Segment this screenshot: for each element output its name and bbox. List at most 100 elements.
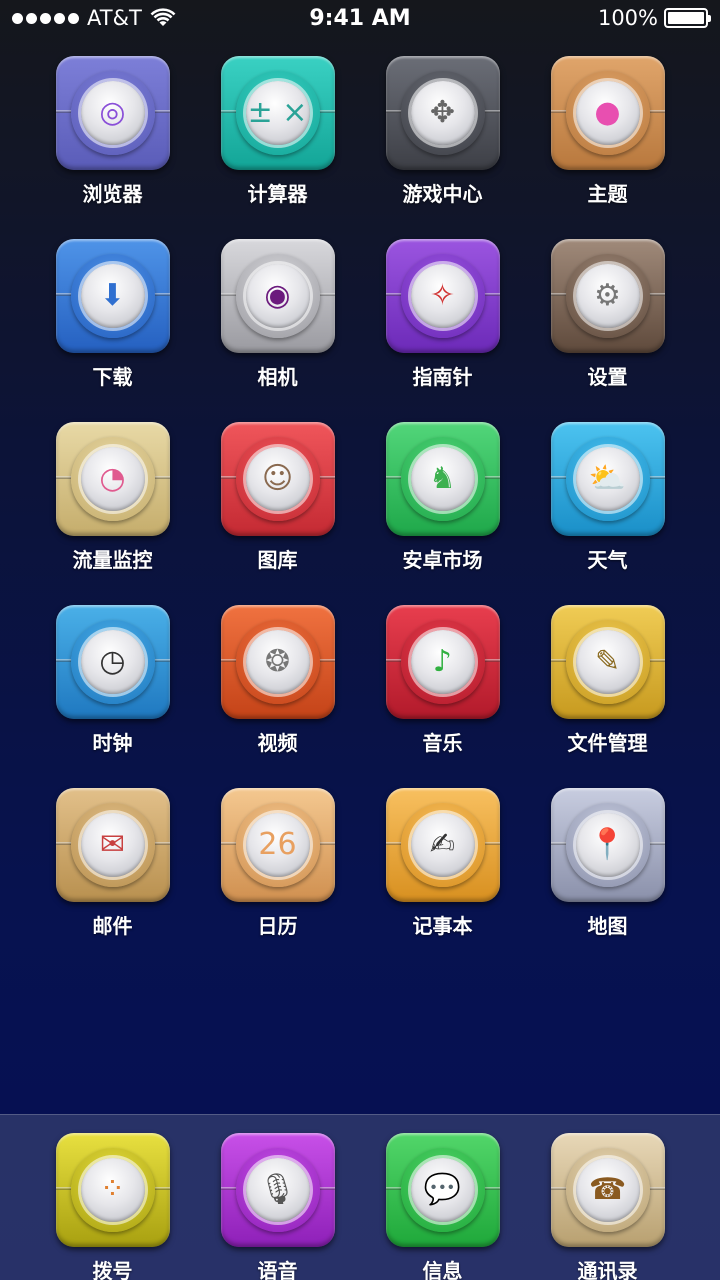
app-label: 游戏中心 (402, 182, 483, 206)
app-calendar[interactable]: 26 日历 (195, 788, 360, 939)
download-icon[interactable]: ⬇ (55, 239, 170, 353)
app-theme[interactable]: ● 主题 (525, 56, 690, 207)
app-dialer[interactable]: ⁘ 拨号 (30, 1133, 195, 1280)
icon-glyph: ☺ (261, 461, 294, 496)
icon-disc: ⛅ (575, 447, 640, 511)
app-label: 图库 (257, 548, 298, 572)
dock: ⁘ 拨号 🎙 语音 💬 信息 ☎ 通讯录 (0, 1114, 720, 1280)
app-weather[interactable]: ⛅ 天气 (525, 422, 690, 573)
icon-glyph: ♪ (432, 644, 453, 679)
app-android-market[interactable]: ♞ 安卓市场 (360, 422, 525, 573)
app-browser[interactable]: ◎ 浏览器 (30, 56, 195, 207)
app-messages[interactable]: 💬 信息 (360, 1133, 525, 1280)
app-map[interactable]: 📍 地图 (525, 788, 690, 939)
android-market-icon[interactable]: ♞ (385, 422, 500, 536)
icon-glyph: ⁘ (99, 1172, 126, 1207)
clock-time: 9:41 AM (309, 5, 411, 31)
icon-glyph: ✥ (429, 95, 456, 130)
app-label: 安卓市场 (402, 548, 483, 572)
app-clock[interactable]: ◷ 时钟 (30, 605, 195, 756)
gear-icon[interactable]: ⚙ (550, 239, 665, 353)
app-label: 通讯录 (577, 1259, 638, 1280)
icon-glyph: ◷ (99, 644, 126, 679)
compass-icon[interactable]: ✧ (385, 239, 500, 353)
browser-icon[interactable]: ◎ (55, 56, 170, 170)
gamepad-icon[interactable]: ✥ (385, 56, 500, 170)
app-music[interactable]: ♪ 音乐 (360, 605, 525, 756)
icon-disc: ✎ (575, 630, 640, 694)
film-reel-icon[interactable]: ❂ (220, 605, 335, 719)
app-file-manager[interactable]: ✎ 文件管理 (525, 605, 690, 756)
icon-glyph: ◎ (99, 95, 126, 130)
status-right: 100% (468, 6, 711, 30)
app-label: 主题 (587, 182, 628, 206)
icon-disc: ● (575, 81, 640, 145)
app-label: 天气 (587, 548, 628, 572)
icon-disc: ⚙ (575, 264, 640, 328)
app-label: 地图 (587, 914, 628, 938)
app-gallery[interactable]: ☺ 图库 (195, 422, 360, 573)
clock-icon[interactable]: ◷ (55, 605, 170, 719)
icon-disc: ◉ (245, 264, 310, 328)
icon-glyph: ◉ (264, 278, 291, 313)
dialer-icon[interactable]: ⁘ (55, 1133, 170, 1247)
app-microphone[interactable]: 🎙 语音 (195, 1133, 360, 1280)
icon-disc: 26 (245, 813, 310, 877)
app-label: 记事本 (412, 914, 473, 938)
icon-disc: ♪ (410, 630, 475, 694)
app-download[interactable]: ⬇ 下载 (30, 239, 195, 390)
gallery-icon[interactable]: ☺ (220, 422, 335, 536)
carrier-label: AT&T (87, 6, 142, 30)
icon-glyph: ✍ (429, 827, 456, 862)
icon-glyph: ✎ (594, 644, 621, 679)
camera-icon[interactable]: ◉ (220, 239, 335, 353)
icon-glyph: ✉ (99, 827, 126, 862)
app-label: 音乐 (422, 731, 463, 755)
battery-percentage: 100% (597, 6, 658, 30)
music-icon[interactable]: ♪ (385, 605, 500, 719)
app-label: 浏览器 (82, 182, 143, 206)
wifi-icon (150, 8, 176, 26)
icon-glyph: ⚙ (594, 278, 621, 313)
weather-icon[interactable]: ⛅ (550, 422, 665, 536)
status-bar: AT&T 9:41 AM 100% (0, 0, 720, 36)
app-label: 语音 (257, 1259, 298, 1280)
app-calculator[interactable]: ± × 计算器 (195, 56, 360, 207)
icon-disc: 🎙 (245, 1158, 310, 1222)
calendar-icon[interactable]: 26 (220, 788, 335, 902)
app-contacts[interactable]: ☎ 通讯录 (525, 1133, 690, 1280)
icon-disc: ✥ (410, 81, 475, 145)
app-camera[interactable]: ◉ 相机 (195, 239, 360, 390)
signal-strength-icon (12, 12, 79, 24)
icon-disc: ◷ (80, 630, 145, 694)
notepad-icon[interactable]: ✍ (385, 788, 500, 902)
data-usage-icon[interactable]: ◔ (55, 422, 170, 536)
messages-icon[interactable]: 💬 (385, 1133, 500, 1247)
icon-disc: ± × (245, 81, 310, 145)
icon-glyph: ☎ (588, 1172, 627, 1207)
icon-disc: ☺ (245, 447, 310, 511)
file-manager-icon[interactable]: ✎ (550, 605, 665, 719)
app-label: 指南针 (412, 365, 473, 389)
app-compass[interactable]: ✧ 指南针 (360, 239, 525, 390)
microphone-icon[interactable]: 🎙 (220, 1133, 335, 1247)
mail-icon[interactable]: ✉ (55, 788, 170, 902)
app-label: 相机 (257, 365, 298, 389)
map-icon[interactable]: 📍 (550, 788, 665, 902)
app-notepad[interactable]: ✍ 记事本 (360, 788, 525, 939)
app-film-reel[interactable]: ❂ 视频 (195, 605, 360, 756)
icon-disc: ◔ (80, 447, 145, 511)
app-data-usage[interactable]: ◔ 流量监控 (30, 422, 195, 573)
battery-level (668, 12, 704, 24)
app-gamepad[interactable]: ✥ 游戏中心 (360, 56, 525, 207)
icon-glyph: ♞ (429, 461, 456, 496)
app-label: 信息 (422, 1259, 463, 1280)
app-mail[interactable]: ✉ 邮件 (30, 788, 195, 939)
icon-disc: ☎ (575, 1158, 640, 1222)
app-label: 视频 (257, 731, 298, 755)
app-gear[interactable]: ⚙ 设置 (525, 239, 690, 390)
contacts-icon[interactable]: ☎ (550, 1133, 665, 1247)
dock-grid: ⁘ 拨号 🎙 语音 💬 信息 ☎ 通讯录 (0, 1133, 720, 1280)
theme-icon[interactable]: ● (550, 56, 665, 170)
calculator-icon[interactable]: ± × (220, 56, 335, 170)
